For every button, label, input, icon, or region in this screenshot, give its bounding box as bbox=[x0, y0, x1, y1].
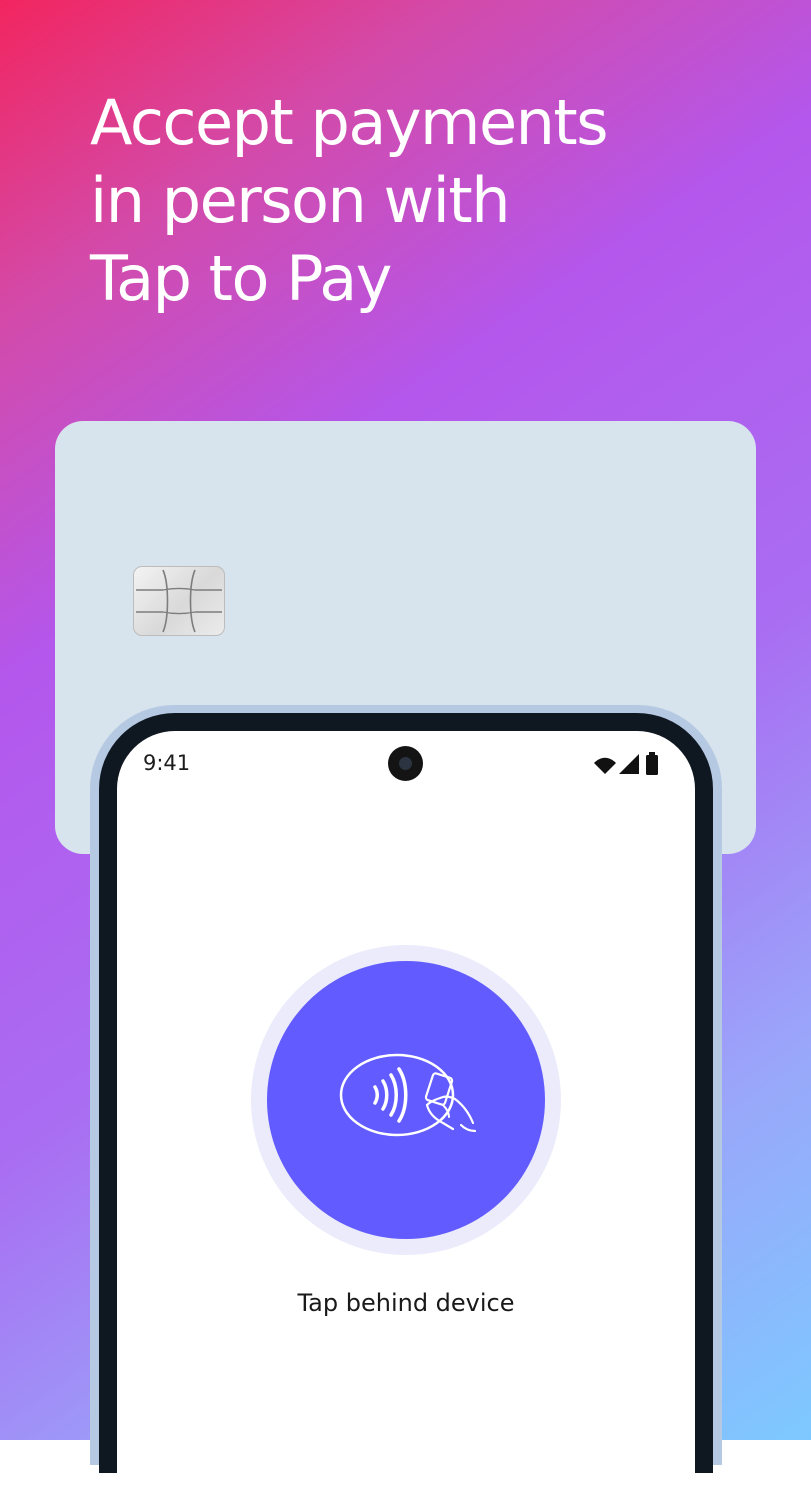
phone-screen: 9:41 Tap behind device bbox=[117, 731, 695, 1491]
headline-line-2: in person with bbox=[90, 164, 511, 237]
tap-instruction: Tap behind device bbox=[297, 1289, 515, 1317]
card-chip-icon bbox=[133, 566, 225, 636]
signal-icon bbox=[619, 754, 639, 774]
status-icons bbox=[593, 751, 663, 777]
contactless-tap-icon bbox=[339, 1053, 477, 1137]
front-camera bbox=[388, 746, 423, 781]
battery-icon bbox=[646, 752, 658, 775]
wifi-icon bbox=[594, 757, 616, 774]
headline-line-3: Tap to Pay bbox=[90, 242, 392, 315]
status-time: 9:41 bbox=[143, 751, 191, 775]
headline-line-1: Accept payments bbox=[90, 86, 609, 159]
tap-target[interactable] bbox=[267, 961, 545, 1239]
headline: Accept payments in person with Tap to Pa… bbox=[90, 84, 730, 318]
